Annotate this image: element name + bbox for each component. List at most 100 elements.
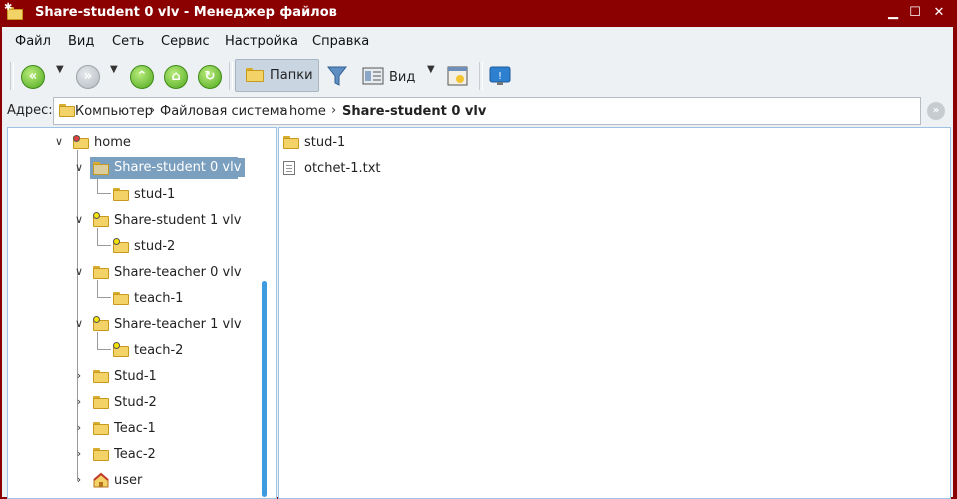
menu-service[interactable]: Сервис [161,34,210,49]
tree-label: Share-student 0 vlv [110,158,246,177]
user-home-icon [93,472,109,488]
filter-button[interactable] [325,62,349,90]
folder-icon [113,188,129,201]
up-arrow-icon: ⌃ [130,65,154,89]
folder-icon [93,396,109,409]
collapse-arrow-icon[interactable]: ∨ [73,213,85,226]
tree-item-share-student-1[interactable]: ∨ Share-student 1 vlv [8,209,258,231]
monitor-icon: ! [489,66,511,85]
menu-settings[interactable]: Настройка [225,34,298,49]
tree-item-stud2[interactable]: › Stud-2 [8,391,258,413]
collapse-arrow-icon[interactable]: ∨ [53,135,65,148]
collapse-arrow-icon[interactable]: ∨ [73,265,85,278]
home-emblem-icon [73,135,80,142]
expand-arrow-icon[interactable]: › [73,421,85,434]
tree-label: stud-2 [134,239,176,254]
go-arrow-icon: » [932,105,940,116]
toolbar-separator [229,62,233,90]
menu-file[interactable]: Файл [15,34,51,49]
tree-item-teach-2[interactable]: teach-2 [8,339,258,361]
window-title: Share-student 0 vlv - Менеджер файлов [35,5,337,20]
tree-item-teach-1[interactable]: teach-1 [8,287,258,309]
crumb-separator: › [279,103,285,118]
address-bar: Адрес: Компьютер › Файловая система › ho… [2,95,953,125]
tree-item-stud1[interactable]: › Stud-1 [8,365,258,387]
menu-network[interactable]: Сеть [112,34,144,49]
file-name: stud-1 [304,135,346,150]
tree-item-stud-2[interactable]: stud-2 [8,235,258,257]
file-item-stud-1[interactable]: stud-1 [279,131,479,153]
shared-emblem-icon [93,212,100,219]
menu-help[interactable]: Справка [312,34,369,49]
forward-history-dropdown[interactable]: ▼ [110,64,118,75]
terminal-button[interactable]: ! [488,62,514,90]
menu-view[interactable]: Вид [68,34,94,49]
folder-icon [93,162,109,175]
close-button[interactable]: ✕ [930,4,948,22]
folder-tree[interactable]: ∨ home ∨ Share-student 0 vlv stud-1 ∨ Sh… [7,127,277,499]
text-file-icon [283,161,295,175]
expand-arrow-icon[interactable]: › [73,395,85,408]
back-icon: « [21,65,45,89]
tree-label: Teac-2 [114,447,156,462]
view-mode-dropdown-arrow[interactable]: ▼ [427,64,435,75]
tree-label: teach-2 [134,343,184,358]
crumb-current[interactable]: Share-student 0 vlv [342,104,486,119]
expand-arrow-icon[interactable]: › [73,473,85,486]
tree-label: Share-teacher 1 vlv [114,317,242,332]
up-button[interactable]: ⌃ [130,62,156,90]
menu-bar: Файл Вид Сеть Сервис Настройка Справка [2,27,953,55]
toolbar: « ▼ » ▼ ⌃ ⌂ ↻ Папки Вид ▼ ! [2,56,953,94]
new-window-icon [447,66,468,86]
tree-item-home[interactable]: ∨ home [8,131,258,153]
forward-button[interactable]: » [76,62,102,90]
toolbar-separator-2 [479,62,483,90]
folder-icon [246,68,264,82]
tree-label: Stud-1 [114,369,157,384]
tree-item-stud-1[interactable]: stud-1 [8,183,258,205]
crumb-filesystem[interactable]: Файловая система [160,104,288,119]
folders-toggle-button[interactable]: Папки [235,59,319,92]
tree-item-share-student-0[interactable]: ∨ Share-student 0 vlv [8,157,258,179]
go-button[interactable]: » [927,102,945,120]
folder-icon [113,292,129,305]
tree-item-user[interactable]: › user [8,469,258,491]
tree-item-share-teacher-0[interactable]: ∨ Share-teacher 0 vlv [8,261,258,283]
file-item-otchet-1[interactable]: otchet-1.txt [279,157,479,179]
back-history-dropdown[interactable]: ▼ [56,64,64,75]
crumb-computer[interactable]: Компьютер [75,104,153,119]
address-field[interactable]: Компьютер › Файловая система › home › Sh… [53,97,921,125]
tree-label: Teac-1 [114,421,156,436]
tree-item-teac2[interactable]: › Teac-2 [8,443,258,465]
forward-icon: » [76,65,100,89]
address-folder-icon [59,104,75,117]
address-label: Адрес: [7,103,53,118]
file-manager-icon: ✱ [4,2,24,21]
back-button[interactable]: « [21,62,47,90]
shared-emblem-icon [93,316,100,323]
window-body: Файл Вид Сеть Сервис Настройка Справка «… [2,27,953,499]
filter-icon [327,66,347,86]
title-bar: ✱ Share-student 0 vlv - Менеджер файлов … [0,0,957,27]
expand-arrow-icon[interactable]: › [73,447,85,460]
collapse-arrow-icon[interactable]: ∨ [73,317,85,330]
maximize-button[interactable]: ☐ [906,4,924,22]
tree-label: stud-1 [134,187,176,202]
tree-item-teac1[interactable]: › Teac-1 [8,417,258,439]
collapse-arrow-icon[interactable]: ∨ [73,161,85,174]
crumb-separator: › [150,103,156,118]
expand-arrow-icon[interactable]: › [73,369,85,382]
crumb-home[interactable]: home [289,104,326,119]
tree-label: Stud-2 [114,395,157,410]
refresh-button[interactable]: ↻ [198,62,224,90]
crumb-separator: › [331,103,337,118]
view-button-label: Вид [389,70,416,85]
view-mode-button[interactable]: Вид ▼ [360,62,446,90]
home-button[interactable]: ⌂ [164,62,190,90]
tree-item-share-teacher-1[interactable]: ∨ Share-teacher 1 vlv [8,313,258,335]
folder-icon [93,370,109,383]
minimize-button[interactable]: ▁ [884,4,902,22]
tree-scrollbar[interactable] [262,281,267,497]
new-window-button[interactable] [447,62,471,90]
file-list[interactable]: stud-1 otchet-1.txt [278,127,951,499]
